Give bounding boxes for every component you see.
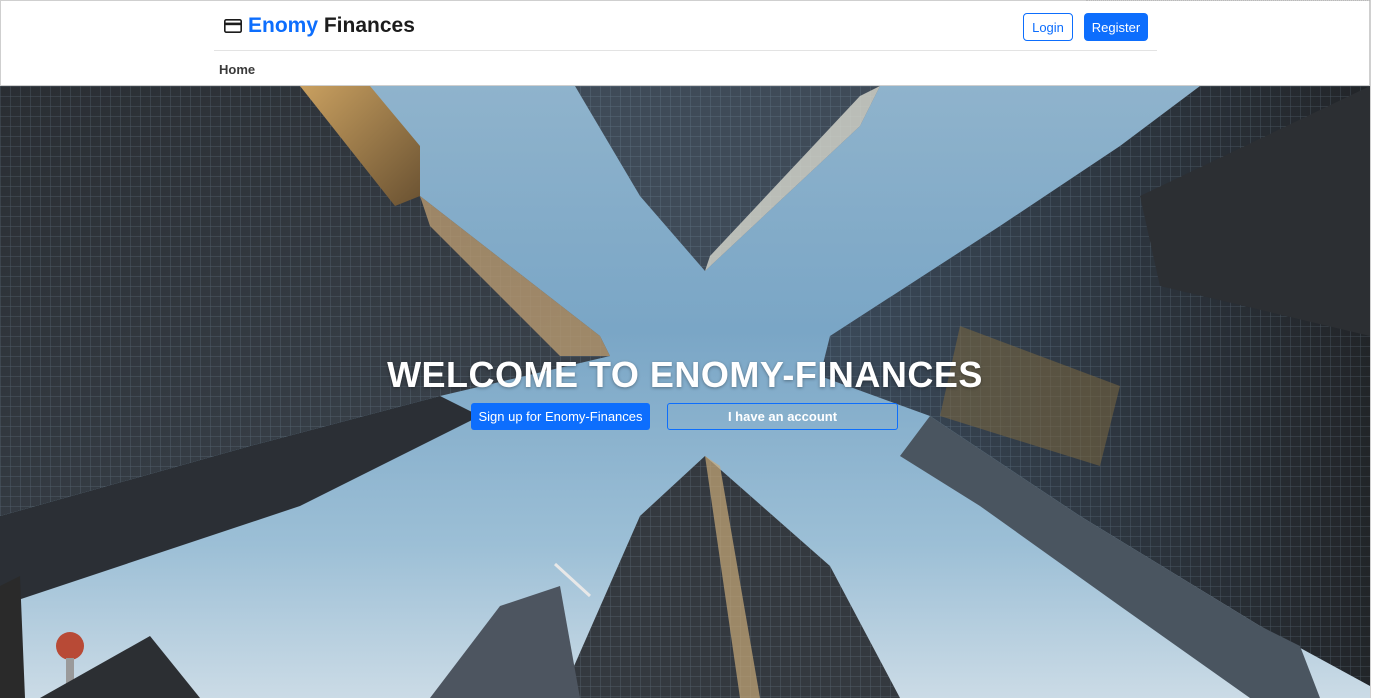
hero-section: WELCOME TO ENOMY-FINANCES Sign up for En… — [0, 86, 1370, 698]
signup-button[interactable]: Sign up for Enomy-Finances — [471, 403, 650, 430]
brand-name-accent: Enomy — [248, 14, 319, 37]
page: Enomy Finances Login Register Home WELCO… — [0, 0, 1374, 698]
have-account-button[interactable]: I have an account — [667, 403, 898, 430]
brand-name: Enomy Finances — [248, 13, 415, 39]
credit-card-icon — [224, 19, 242, 33]
register-button[interactable]: Register — [1084, 13, 1148, 41]
header-bar: Enomy Finances Login Register — [214, 1, 1157, 51]
hero-title: WELCOME TO ENOMY-FINANCES — [387, 354, 983, 395]
brand-name-rest: Finances — [323, 14, 415, 37]
nav-home-link[interactable]: Home — [219, 62, 255, 77]
window-edge-decoration — [1086, 0, 1374, 3]
window-right-edge — [1370, 0, 1374, 698]
login-button[interactable]: Login — [1023, 13, 1073, 41]
site-header: Enomy Finances Login Register — [0, 0, 1370, 86]
brand-logo[interactable]: Enomy Finances — [224, 13, 415, 39]
